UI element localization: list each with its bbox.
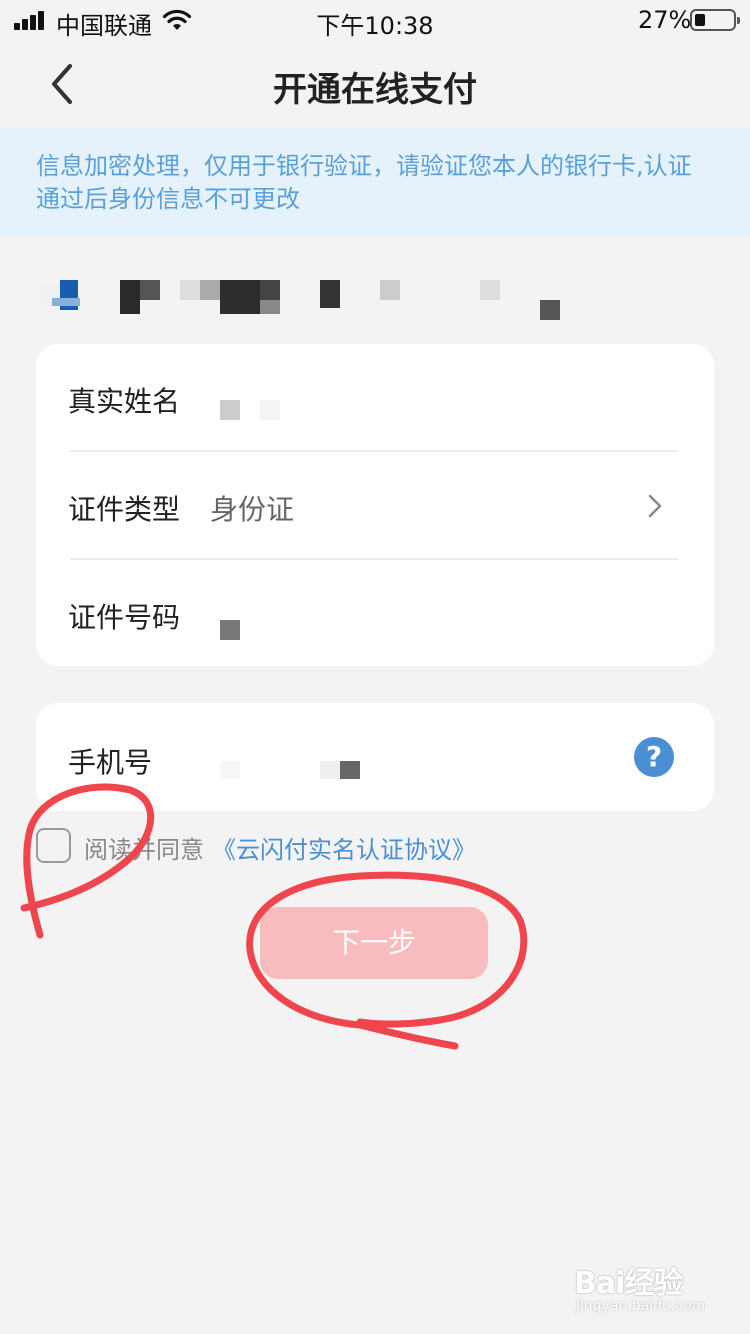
real-name-row[interactable]: 真实姓名	[36, 344, 714, 450]
agreement-link[interactable]: 《云闪付实名认证协议》	[212, 830, 476, 865]
back-button[interactable]	[40, 58, 88, 110]
id-number-label: 证件号码	[68, 601, 181, 634]
phone-row[interactable]: 手机号 ?	[36, 703, 714, 811]
chevron-left-icon	[52, 64, 72, 104]
page-title: 开通在线支付	[273, 70, 477, 110]
masked-name-2	[260, 400, 280, 420]
real-name-label: 真实姓名	[68, 385, 181, 418]
id-type-row[interactable]: 证件类型 身份证	[36, 452, 714, 558]
status-bar: 中国联通 下午10:38 27%	[0, 0, 750, 40]
agreement-row: 阅读并同意 《云闪付实名认证协议》	[36, 826, 716, 866]
info-notice: 信息加密处理，仅用于银行验证，请验证您本人的银行卡,认证通过后身份信息不可更改	[0, 128, 750, 236]
battery-percent: 27%	[638, 6, 692, 34]
masked-phone	[220, 761, 240, 779]
masked-name	[220, 400, 240, 420]
id-type-label: 证件类型	[68, 493, 181, 526]
phone-label: 手机号	[68, 746, 153, 779]
masked-phone-3	[340, 761, 360, 779]
watermark-logo-text: Bai经验	[574, 1266, 683, 1301]
agreement-checkbox[interactable]	[36, 828, 71, 863]
phone-form-card: 手机号 ?	[36, 703, 714, 811]
battery-icon	[690, 9, 740, 31]
nav-bar: 开通在线支付	[0, 40, 750, 128]
masked-bank-info	[36, 268, 636, 320]
masked-phone-2	[320, 761, 340, 779]
next-step-button[interactable]: 下一步	[260, 907, 488, 979]
help-icon[interactable]: ?	[634, 737, 674, 777]
chevron-right-icon	[648, 494, 662, 518]
watermark-url: jingyan.baidu.com	[576, 1298, 706, 1314]
baidu-watermark: Bai经验 jingyan.baidu.com	[574, 1258, 724, 1318]
identity-form-card: 真实姓名 证件类型 身份证 证件号码	[36, 344, 714, 666]
id-type-value: 身份证	[210, 493, 295, 526]
agreement-text: 阅读并同意	[84, 836, 204, 864]
masked-id-number	[220, 620, 240, 640]
id-number-row[interactable]: 证件号码	[36, 560, 714, 666]
